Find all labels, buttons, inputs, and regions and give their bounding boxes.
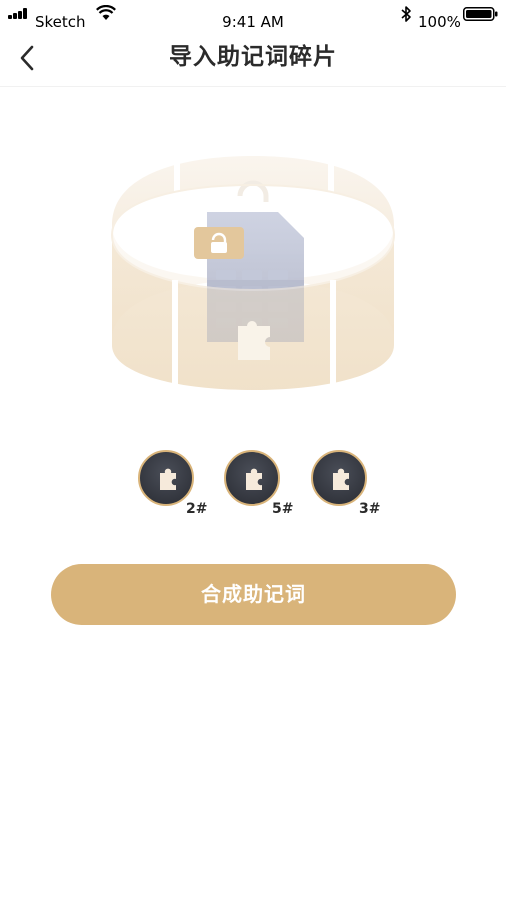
page: Sketch 9:41 AM 100% 导入助记词碎片 2# 5# 3# 合成助… [0,0,506,900]
fragment-3[interactable]: 3# [311,450,391,522]
bluetooth-icon [401,6,411,22]
fragment-label: 3# [359,501,381,517]
puzzle-piece-icon [333,468,349,490]
nav-bar: 导入助记词碎片 [0,30,506,87]
fragment-label: 5# [272,501,294,517]
combine-mnemonic-button[interactable]: 合成助记词 [51,564,456,625]
battery-icon [463,7,498,21]
page-title: 导入助记词碎片 [169,44,337,70]
battery-percentage: 100% [418,13,461,31]
status-bar: Sketch 9:41 AM 100% [0,0,506,31]
fragment-label: 2# [186,501,208,517]
fragment-badge [138,450,194,506]
fragment-5[interactable]: 5# [224,450,304,522]
puzzle-piece-icon [246,468,262,490]
puzzle-piece-icon [160,468,176,490]
lock-icon [194,227,244,259]
fragment-2[interactable]: 2# [138,450,218,522]
fragment-badge [311,450,367,506]
puzzle-piece-icon [238,321,270,360]
fragment-badge [224,450,280,506]
mnemonic-fragments-illustration [110,156,396,390]
